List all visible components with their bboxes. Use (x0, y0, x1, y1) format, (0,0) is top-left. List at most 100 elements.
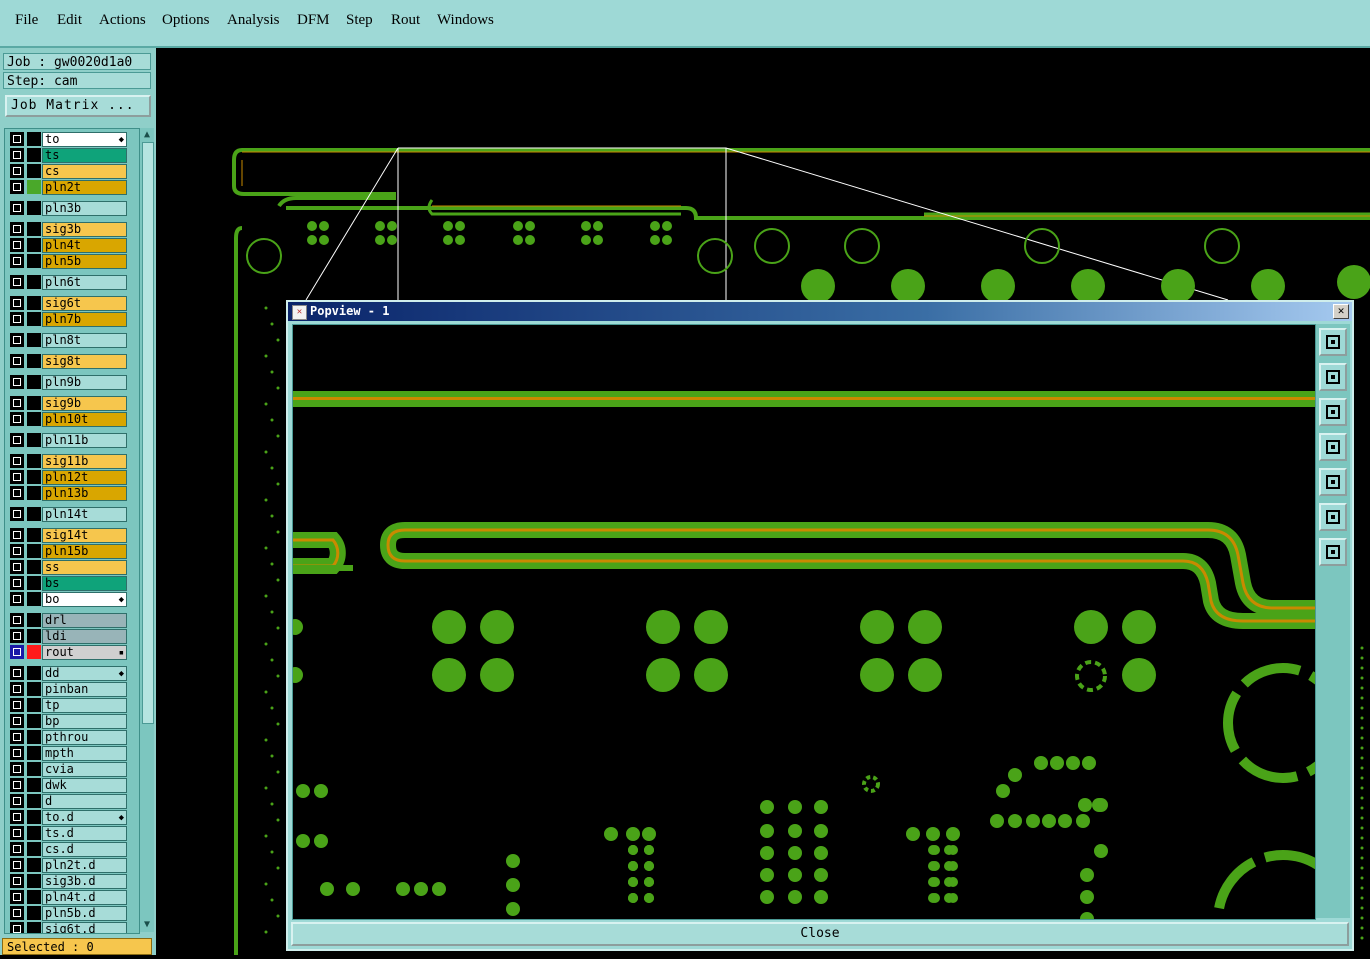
layer-checkbox[interactable] (10, 296, 24, 310)
layer-row-sig11b[interactable]: sig11b (7, 454, 137, 469)
layer-color-swatch[interactable] (27, 874, 41, 888)
layer-name[interactable]: tp (42, 698, 127, 713)
layer-color-swatch[interactable] (27, 312, 41, 326)
layer-checkbox[interactable] (10, 842, 24, 856)
layer-row-pln3b[interactable]: pln3b (7, 201, 137, 216)
layer-checkbox[interactable] (10, 645, 24, 659)
layer-name[interactable]: pthrou (42, 730, 127, 745)
scrollbar-thumb[interactable] (142, 142, 154, 724)
layer-row-to[interactable]: to ◆ (7, 132, 137, 147)
layer-color-swatch[interactable] (27, 254, 41, 268)
layer-name[interactable]: sig3b (42, 222, 127, 237)
menu-windows[interactable]: Windows (437, 12, 494, 29)
popview-board[interactable] (287, 325, 1353, 959)
layer-name[interactable]: pln4t.d (42, 890, 127, 905)
layer-row-bp[interactable]: bp (7, 714, 137, 729)
layer-checkbox[interactable] (10, 507, 24, 521)
layer-checkbox[interactable] (10, 433, 24, 447)
layer-color-swatch[interactable] (27, 201, 41, 215)
layer-color-swatch[interactable] (27, 682, 41, 696)
layer-color-swatch[interactable] (27, 528, 41, 542)
layer-name[interactable]: drl (42, 613, 127, 628)
layer-name[interactable]: pln4t (42, 238, 127, 253)
menu-dfm[interactable]: DFM (297, 12, 330, 29)
layer-name[interactable]: ts.d (42, 826, 127, 841)
layer-checkbox[interactable] (10, 333, 24, 347)
layer-checkbox[interactable] (10, 412, 24, 426)
layer-name[interactable]: sig3b.d (42, 874, 127, 889)
layer-checkbox[interactable] (10, 762, 24, 776)
layer-color-swatch[interactable] (27, 433, 41, 447)
layer-checkbox[interactable] (10, 698, 24, 712)
pan-up-icon[interactable] (1319, 363, 1347, 391)
layer-color-swatch[interactable] (27, 396, 41, 410)
layer-row-ldi[interactable]: ldi (7, 629, 137, 644)
layer-row-sig6t-d[interactable]: sig6t.d (7, 922, 137, 933)
job-matrix-button[interactable]: Job Matrix ... (5, 95, 151, 117)
layer-name[interactable]: sig9b (42, 396, 127, 411)
layer-name[interactable]: sig11b (42, 454, 127, 469)
layer-name[interactable]: cs.d (42, 842, 127, 857)
layer-name[interactable]: pln9b (42, 375, 127, 390)
layer-row-to-d[interactable]: to.d ◆ (7, 810, 137, 825)
layer-row-cvia[interactable]: cvia (7, 762, 137, 777)
scroll-down-icon[interactable]: ▼ (142, 919, 152, 931)
layer-checkbox[interactable] (10, 922, 24, 933)
layer-row-pln2t-d[interactable]: pln2t.d (7, 858, 137, 873)
layer-color-swatch[interactable] (27, 810, 41, 824)
close-icon[interactable]: ✕ (1333, 304, 1349, 319)
layer-checkbox[interactable] (10, 222, 24, 236)
layer-name[interactable]: cs (42, 164, 127, 179)
layer-row-pln7b[interactable]: pln7b (7, 312, 137, 327)
layer-color-swatch[interactable] (27, 222, 41, 236)
layer-row-sig8t[interactable]: sig8t (7, 354, 137, 369)
layer-row-pln15b[interactable]: pln15b (7, 544, 137, 559)
menu-file[interactable]: File (15, 12, 38, 29)
layer-row-sig3b[interactable]: sig3b (7, 222, 137, 237)
layer-row-sig3b-d[interactable]: sig3b.d (7, 874, 137, 889)
layer-color-swatch[interactable] (27, 858, 41, 872)
layer-checkbox[interactable] (10, 682, 24, 696)
layer-checkbox[interactable] (10, 613, 24, 627)
layer-row-bs[interactable]: bs (7, 576, 137, 591)
layer-row-pln2t[interactable]: pln2t (7, 180, 137, 195)
layer-checkbox[interactable] (10, 354, 24, 368)
layer-checkbox[interactable] (10, 666, 24, 680)
layer-row-dwk[interactable]: dwk (7, 778, 137, 793)
graphics-canvas[interactable]: ✕ Popview - 1 ✕ Close (156, 48, 1370, 959)
layer-name[interactable]: pln7b (42, 312, 127, 327)
layer-checkbox[interactable] (10, 560, 24, 574)
layer-checkbox[interactable] (10, 454, 24, 468)
scroll-up-icon[interactable]: ▲ (142, 129, 152, 141)
layer-name[interactable]: pln5b (42, 254, 127, 269)
layer-row-pthrou[interactable]: pthrou (7, 730, 137, 745)
layer-name[interactable]: pln8t (42, 333, 127, 348)
layer-color-swatch[interactable] (27, 629, 41, 643)
layer-name[interactable]: d (42, 794, 127, 809)
layer-row-pln5b-d[interactable]: pln5b.d (7, 906, 137, 921)
layer-row-ss[interactable]: ss (7, 560, 137, 575)
layer-color-swatch[interactable] (27, 544, 41, 558)
layer-checkbox[interactable] (10, 148, 24, 162)
layer-checkbox[interactable] (10, 858, 24, 872)
layer-color-swatch[interactable] (27, 762, 41, 776)
layer-color-swatch[interactable] (27, 296, 41, 310)
zoom-home-icon[interactable] (1319, 328, 1347, 356)
layer-checkbox[interactable] (10, 826, 24, 840)
layer-color-swatch[interactable] (27, 890, 41, 904)
layer-row-sig14t[interactable]: sig14t (7, 528, 137, 543)
layer-row-sig9b[interactable]: sig9b (7, 396, 137, 411)
layer-name[interactable]: pinban (42, 682, 127, 697)
layer-checkbox[interactable] (10, 890, 24, 904)
layer-color-swatch[interactable] (27, 826, 41, 840)
layer-checkbox[interactable] (10, 180, 24, 194)
popview-canvas[interactable] (287, 324, 1353, 959)
layer-color-swatch[interactable] (27, 666, 41, 680)
layer-row-pln11b[interactable]: pln11b (7, 433, 137, 448)
layer-row-pln9b[interactable]: pln9b (7, 375, 137, 390)
layer-checkbox[interactable] (10, 794, 24, 808)
layer-checkbox[interactable] (10, 544, 24, 558)
layer-name[interactable]: bo ◆ (42, 592, 127, 607)
layer-name[interactable]: pln2t.d (42, 858, 127, 873)
layer-checkbox[interactable] (10, 874, 24, 888)
